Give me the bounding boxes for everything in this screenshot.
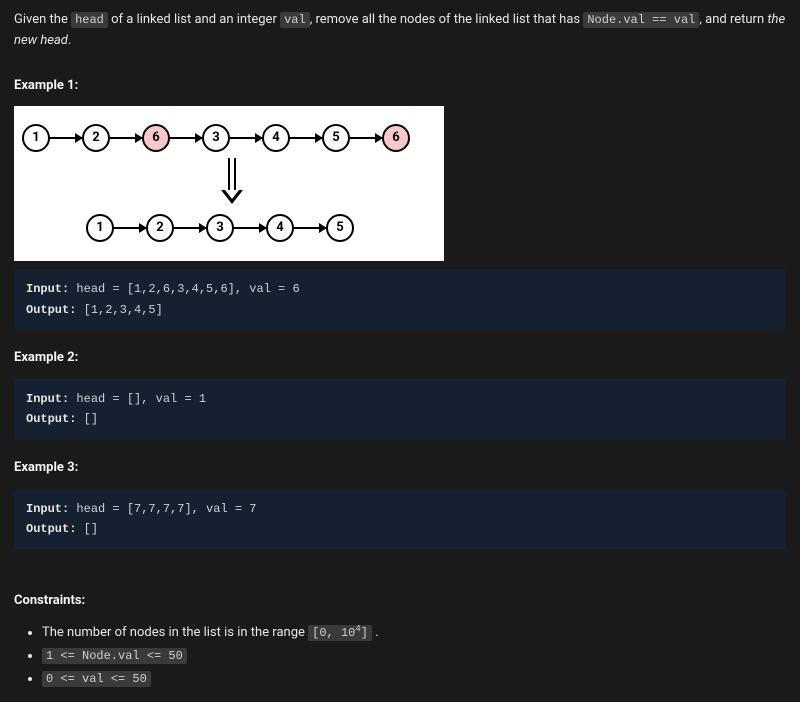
example-3-code: Input: head = [7,7,7,7], val = 7 Output:… <box>14 489 786 550</box>
list-node: 2 <box>146 214 174 242</box>
output-label: Output: <box>26 522 76 536</box>
example-input: head = [7,7,7,7], val = 7 <box>76 502 256 516</box>
constraints-heading: Constraints: <box>14 591 786 612</box>
constraint-text: . <box>372 625 379 640</box>
constraint-code: 0 <= val <= 50 <box>42 671 151 687</box>
list-node: 3 <box>206 214 234 242</box>
list-node: 3 <box>202 124 230 152</box>
constraint-item: The number of nodes in the list is in th… <box>42 622 786 644</box>
list-node: 2 <box>82 124 110 152</box>
input-label: Input: <box>26 282 69 296</box>
input-label: Input: <box>26 392 69 406</box>
arrow-icon <box>350 137 382 139</box>
example-1-heading: Example 1: <box>14 76 786 97</box>
arrow-icon <box>294 227 326 229</box>
desc-text: , and return <box>699 12 767 27</box>
arrow-icon <box>114 227 146 229</box>
list-node: 6 <box>382 124 410 152</box>
down-arrow-icon <box>223 158 241 204</box>
constraint-code: 1 <= Node.val <= 50 <box>42 648 187 664</box>
constraint-item: 1 <= Node.val <= 50 <box>42 646 786 667</box>
list-node: 4 <box>266 214 294 242</box>
arrow-icon <box>170 137 202 139</box>
desc-text: . <box>68 33 71 48</box>
list-node: 1 <box>86 214 114 242</box>
example-3-heading: Example 3: <box>14 458 786 479</box>
constraint-text: The number of nodes in the list is in th… <box>42 625 308 640</box>
desc-text: Given the <box>14 12 71 27</box>
list-node: 5 <box>326 214 354 242</box>
constraint-code: [0, 104] <box>308 625 372 641</box>
arrow-icon <box>110 137 142 139</box>
constraints-list: The number of nodes in the list is in th… <box>14 622 786 689</box>
example-output: [] <box>84 412 98 426</box>
example-2-heading: Example 2: <box>14 348 786 369</box>
example-output: [] <box>84 522 98 536</box>
example-1-code: Input: head = [1,2,6,3,4,5,6], val = 6 O… <box>14 269 786 330</box>
example-input: head = [1,2,6,3,4,5,6], val = 6 <box>76 282 299 296</box>
list-node: 5 <box>322 124 350 152</box>
desc-text: , remove all the nodes of the linked lis… <box>310 12 584 27</box>
list-node: 1 <box>22 124 50 152</box>
problem-description: Given the head of a linked list and an i… <box>14 10 786 52</box>
inline-code-cond: Node.val == val <box>583 12 699 28</box>
constraint-item: 0 <= val <= 50 <box>42 669 786 690</box>
list-node: 4 <box>262 124 290 152</box>
linked-list-diagram: 1 2 6 3 4 5 6 1 2 3 4 5 <box>14 106 444 261</box>
example-2-code: Input: head = [], val = 1 Output: [] <box>14 379 786 440</box>
arrow-icon <box>290 137 322 139</box>
arrow-icon <box>50 137 82 139</box>
list-node: 6 <box>142 124 170 152</box>
example-output: [1,2,3,4,5] <box>84 303 163 317</box>
inline-code-val: val <box>280 12 310 28</box>
example-input: head = [], val = 1 <box>76 392 206 406</box>
arrow-icon <box>234 227 266 229</box>
inline-code-head: head <box>71 12 108 28</box>
arrow-icon <box>230 137 262 139</box>
output-label: Output: <box>26 303 76 317</box>
input-label: Input: <box>26 502 69 516</box>
output-label: Output: <box>26 412 76 426</box>
arrow-icon <box>174 227 206 229</box>
desc-text: of a linked list and an integer <box>108 12 280 27</box>
